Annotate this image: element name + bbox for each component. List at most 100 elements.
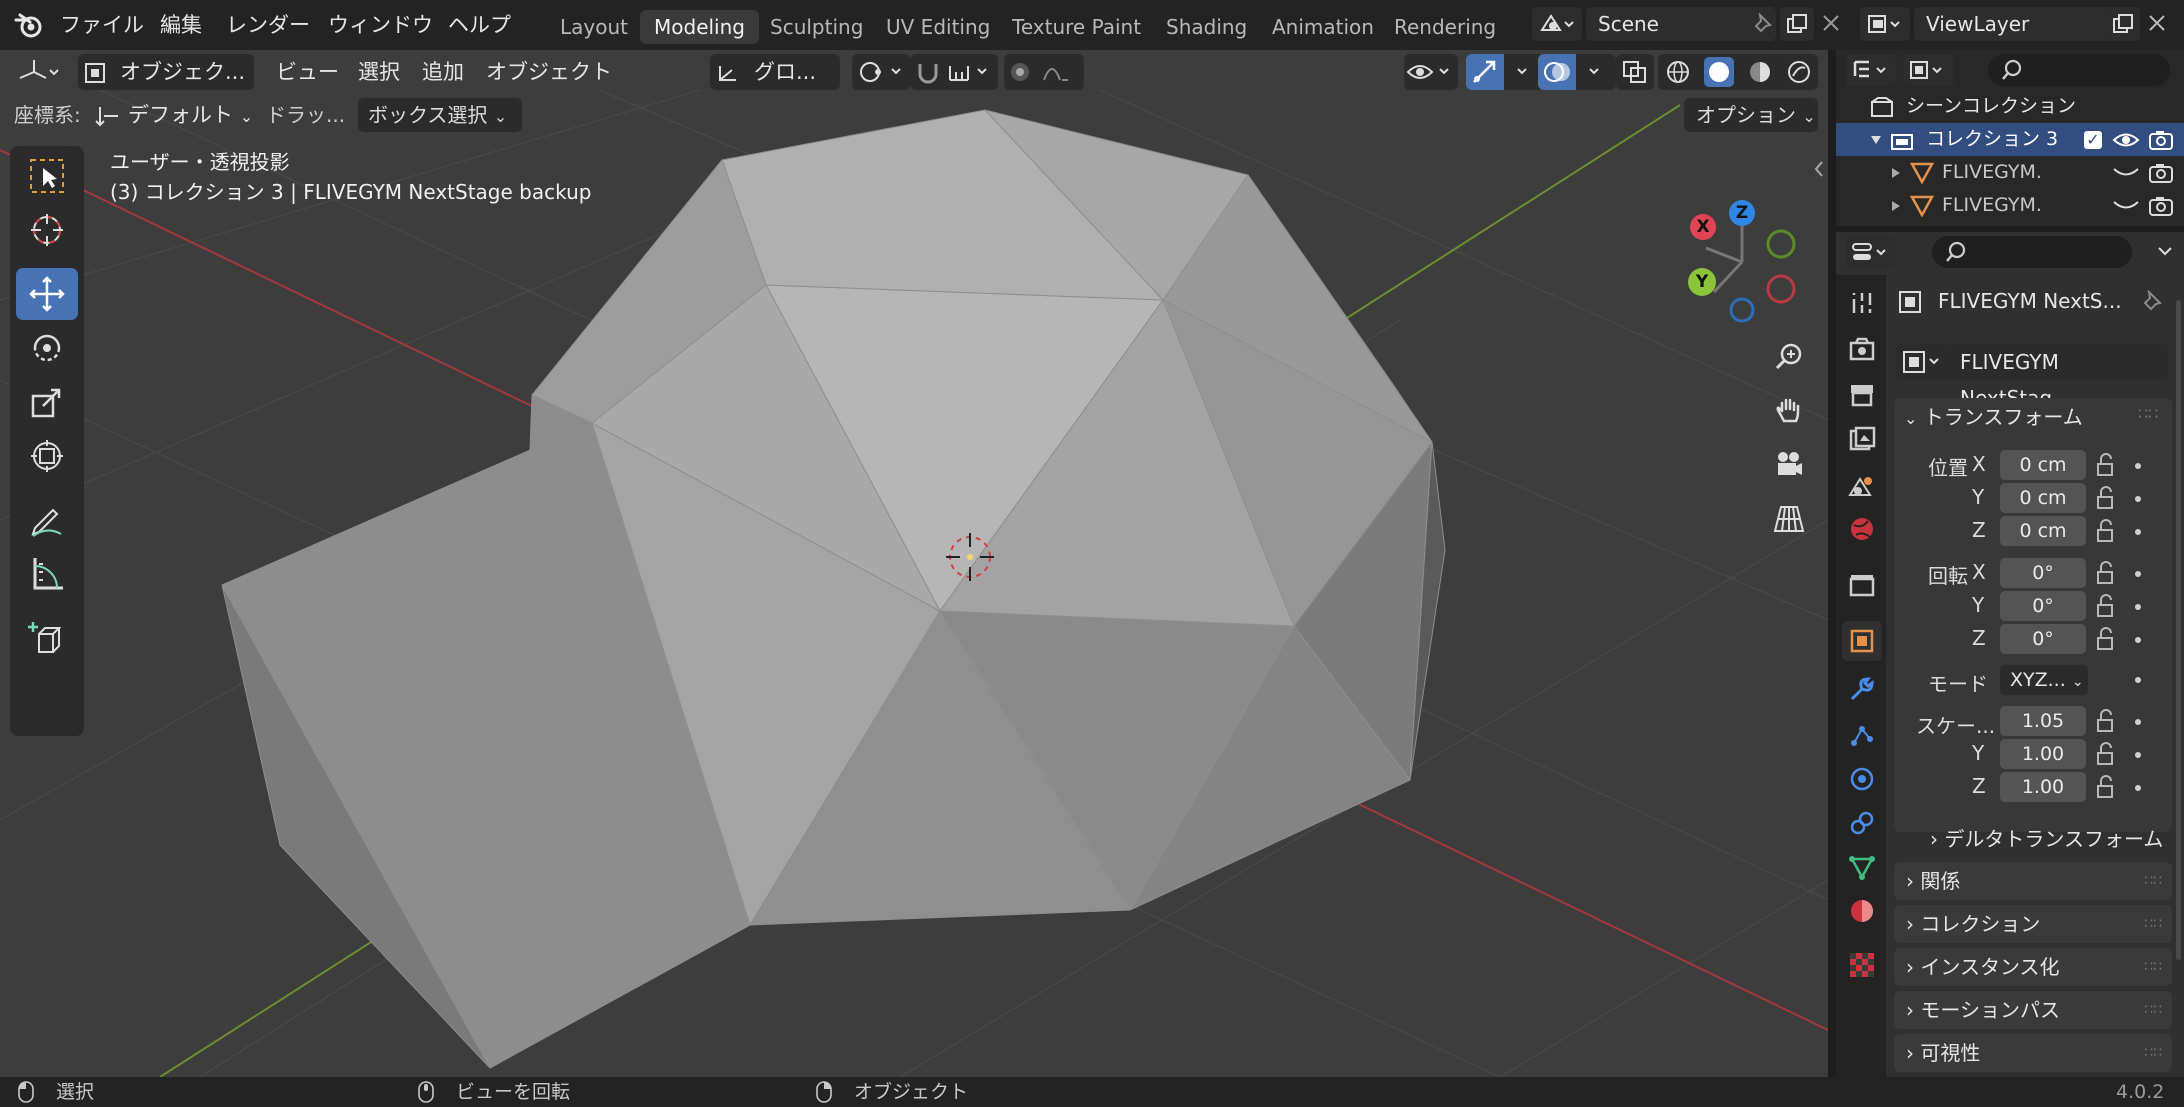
- drag-handle-icon[interactable]: ∷∷: [2144, 991, 2162, 1029]
- object-data-tab-icon[interactable]: [1848, 853, 1876, 881]
- visibility-closed-eye-icon[interactable]: [2112, 199, 2140, 213]
- camera-view-button[interactable]: [1764, 440, 1814, 490]
- expand-right-icon[interactable]: [1890, 200, 1902, 212]
- add-cube-tool[interactable]: [16, 612, 78, 664]
- object-name-field[interactable]: FLIVEGYM NextStag...: [1948, 344, 2168, 410]
- material-preview-icon[interactable]: [1747, 59, 1773, 85]
- object-browse-button[interactable]: [1896, 344, 1950, 380]
- viewlayer-name-field[interactable]: ViewLayer: [1914, 7, 2112, 41]
- perspective-toggle-button[interactable]: [1764, 494, 1814, 544]
- display-mode-button[interactable]: [1904, 54, 1954, 86]
- annotate-tool[interactable]: [16, 494, 78, 546]
- options-dropdown[interactable]: オプション ⌄: [1684, 98, 1818, 132]
- select-box-tool[interactable]: [16, 150, 78, 202]
- tool-tab-icon[interactable]: [1848, 289, 1876, 317]
- move-tool[interactable]: [16, 268, 78, 320]
- overlays-toggle[interactable]: [1538, 54, 1616, 90]
- world-tab-icon[interactable]: [1848, 515, 1876, 543]
- drag-handle-icon[interactable]: ∷∷: [2144, 862, 2162, 900]
- location-z-field[interactable]: 0 cm: [2000, 516, 2086, 546]
- new-scene-button[interactable]: [1780, 7, 1814, 41]
- shading-mode-group[interactable]: [1658, 54, 1818, 90]
- wireframe-shading-icon[interactable]: [1665, 59, 1691, 85]
- snapping-controls[interactable]: [910, 54, 998, 90]
- relations-panel[interactable]: › 関係 ∷∷: [1894, 862, 2172, 900]
- rotation-z-field[interactable]: 0°: [2000, 624, 2086, 654]
- scale-z-field[interactable]: 1.00: [2000, 772, 2086, 802]
- area-divider[interactable]: [1828, 50, 1836, 1077]
- menu-select[interactable]: 選択: [350, 54, 408, 90]
- gizmo-x-axis[interactable]: X: [1690, 214, 1716, 240]
- include-checkbox[interactable]: ✓: [2084, 131, 2102, 149]
- gizmo-z-axis[interactable]: Z: [1729, 200, 1755, 226]
- outliner-row-object-1[interactable]: FLIVEGYM.: [1836, 156, 2184, 189]
- output-tab-icon[interactable]: [1848, 381, 1876, 409]
- outliner-editor-type-button[interactable]: [1846, 54, 1896, 86]
- properties-options-chevron-icon[interactable]: [2154, 240, 2176, 262]
- blender-logo-icon[interactable]: [14, 11, 44, 39]
- menu-file[interactable]: ファイル: [60, 8, 144, 42]
- zoom-button[interactable]: [1764, 332, 1814, 382]
- xray-toggle[interactable]: [1616, 54, 1654, 90]
- location-y-field[interactable]: 0 cm: [2000, 483, 2086, 513]
- cursor-tool[interactable]: [16, 204, 78, 256]
- drag-handle-icon[interactable]: ∷∷: [2144, 905, 2162, 943]
- menu-window[interactable]: ウィンドウ: [328, 8, 433, 42]
- properties-editor-type-button[interactable]: [1846, 236, 1896, 268]
- menu-render[interactable]: レンダー: [226, 8, 310, 42]
- menu-help[interactable]: ヘルプ: [448, 8, 511, 42]
- scene-selector-button[interactable]: [1532, 7, 1582, 41]
- drag-handle-icon[interactable]: ∷∷: [2144, 948, 2162, 986]
- measure-tool[interactable]: [16, 548, 78, 600]
- close-viewlayer-icon[interactable]: [2146, 12, 2168, 34]
- outliner-search-input[interactable]: [1988, 54, 2170, 86]
- new-viewlayer-button[interactable]: [2106, 7, 2140, 41]
- solid-shading-icon[interactable]: [1703, 57, 1734, 87]
- properties-search-input[interactable]: [1932, 236, 2132, 268]
- render-camera-icon[interactable]: [2148, 162, 2174, 184]
- gizmo-toggle[interactable]: [1466, 54, 1544, 90]
- tab-texture-paint[interactable]: Texture Paint: [998, 10, 1155, 44]
- physics-tab-icon[interactable]: [1848, 765, 1876, 793]
- outliner-row-collection[interactable]: コレクション 3 ✓: [1836, 123, 2184, 156]
- instancing-panel[interactable]: › インスタンス化 ∷∷: [1894, 948, 2172, 986]
- visibility-closed-eye-icon[interactable]: [2112, 166, 2140, 180]
- rotate-tool[interactable]: [16, 322, 78, 374]
- particles-tab-icon[interactable]: [1848, 721, 1876, 749]
- scale-y-field[interactable]: 1.00: [2000, 739, 2086, 769]
- drag-handle-icon[interactable]: ∷∷: [2138, 404, 2158, 423]
- sidebar-toggle-chevron-icon[interactable]: [1812, 158, 1826, 180]
- scene-tab-icon[interactable]: [1848, 471, 1876, 499]
- context-pin-icon[interactable]: [2140, 290, 2164, 314]
- properties-scrollbar[interactable]: [2176, 300, 2181, 960]
- tab-animation[interactable]: Animation: [1258, 10, 1388, 44]
- editor-type-button[interactable]: [16, 54, 66, 90]
- scene-name-field[interactable]: Scene: [1586, 7, 1776, 41]
- collection-tab-icon[interactable]: [1848, 571, 1876, 599]
- pivot-point-dropdown[interactable]: [852, 54, 910, 90]
- transform-panel-header[interactable]: ⌄ トランスフォーム: [1904, 398, 2083, 436]
- expand-right-icon[interactable]: [1890, 167, 1902, 179]
- outliner-row-scene-collection[interactable]: シーンコレクション: [1836, 90, 2184, 123]
- tab-uv-editing[interactable]: UV Editing: [872, 10, 1004, 44]
- tab-rendering[interactable]: Rendering: [1380, 10, 1510, 44]
- scale-tool[interactable]: [16, 376, 78, 428]
- view-layer-tab-icon[interactable]: [1848, 425, 1876, 453]
- transform-tool[interactable]: [16, 430, 78, 482]
- modifier-wrench-icon[interactable]: [1848, 675, 1876, 703]
- object-tab-icon[interactable]: [1842, 621, 1882, 661]
- render-camera-icon[interactable]: [2148, 129, 2174, 151]
- tab-sculpting[interactable]: Sculpting: [756, 10, 877, 44]
- tab-modeling[interactable]: Modeling: [640, 10, 759, 44]
- proportional-editing-controls[interactable]: [1004, 54, 1084, 90]
- drag-handle-icon[interactable]: ∷∷: [2144, 1034, 2162, 1072]
- keyframe-dots[interactable]: [2135, 463, 2141, 791]
- motion-paths-panel[interactable]: › モーションパス ∷∷: [1894, 991, 2172, 1029]
- expand-down-icon[interactable]: [1870, 134, 1882, 146]
- render-camera-icon[interactable]: [2148, 195, 2174, 217]
- 3d-viewport[interactable]: オブジェク... ビュー 選択 追加 オブジェクト グロ... 座標系: デフォ…: [0, 50, 1828, 1077]
- gizmo-y-axis[interactable]: Y: [1688, 268, 1716, 296]
- pan-button[interactable]: [1764, 386, 1814, 436]
- menu-object[interactable]: オブジェクト: [478, 54, 620, 90]
- material-tab-icon[interactable]: [1848, 897, 1876, 925]
